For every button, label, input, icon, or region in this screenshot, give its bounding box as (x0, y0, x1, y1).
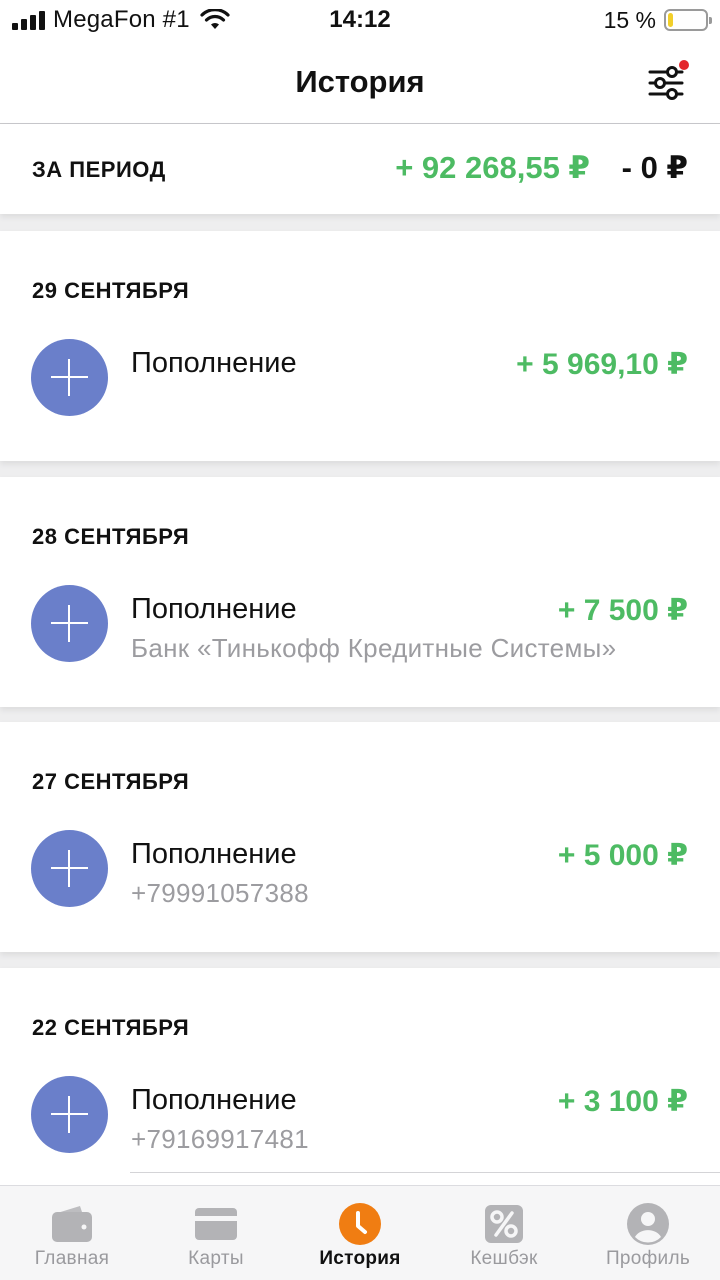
day-group: 29 СЕНТЯБРЯ Пополнение + 5 969,10 ₽ (0, 231, 720, 461)
period-income: + 92 268,55 ₽ (395, 150, 590, 185)
transaction-subtitle: +79991057388 (131, 878, 309, 908)
transaction-amount: + 5 969,10 ₽ (516, 348, 688, 381)
day-group: 28 СЕНТЯБРЯ Пополнение Банк «Тинькофф Кр… (0, 477, 720, 707)
day-date: 29 СЕНТЯБРЯ (32, 278, 190, 303)
tab-profile[interactable]: Профиль (576, 1186, 720, 1280)
battery-level (668, 13, 674, 27)
card-icon (195, 1208, 237, 1240)
tab-label: Профиль (605, 1248, 691, 1269)
transaction-title: Пополнение (131, 1084, 297, 1116)
transaction-amount: + 5 000 ₽ (557, 839, 688, 872)
transaction-subtitle: +79169917481 (131, 1124, 309, 1154)
period-label: ЗА ПЕРИОД (32, 157, 166, 182)
page-title: История (295, 64, 425, 99)
profile-icon (627, 1203, 669, 1245)
tab-label: Карты (188, 1248, 244, 1269)
tab-history[interactable]: История (288, 1186, 432, 1280)
wallet-icon (52, 1206, 92, 1242)
period-expense: - 0 ₽ (621, 150, 688, 185)
day-date: 27 СЕНТЯБРЯ (32, 769, 190, 794)
tab-bar: Главная Карты История Кешбэк Профиль (0, 1185, 720, 1280)
day-group: 22 СЕНТЯБРЯ Пополнение +79169917481 + 3 … (0, 968, 720, 1185)
clock-icon (339, 1203, 381, 1245)
tab-home[interactable]: Главная (0, 1186, 144, 1280)
battery-percent: 15 % (603, 6, 656, 33)
row-divider (130, 1172, 720, 1173)
transaction-amount: + 3 100 ₽ (557, 1085, 688, 1118)
transaction-row[interactable]: Пополнение Банк «Тинькофф Кредитные Сист… (0, 575, 720, 665)
nav-header: История (0, 42, 720, 124)
notification-badge (679, 60, 689, 70)
battery-icon (664, 9, 712, 31)
tab-label: История (319, 1248, 401, 1269)
period-summary: ЗА ПЕРИОД + 92 268,55 ₽ - 0 ₽ (0, 124, 720, 214)
status-bar: MegaFon #1 14:12 15 % (0, 0, 720, 42)
transaction-subtitle: Банк «Тинькофф Кредитные Системы» (131, 633, 617, 663)
day-date: 28 СЕНТЯБРЯ (32, 524, 190, 549)
plus-icon (31, 1076, 108, 1153)
transaction-amount: + 7 500 ₽ (557, 594, 688, 627)
transaction-row[interactable]: Пополнение +79169917481 + 3 100 ₽ (0, 1066, 720, 1156)
plus-icon (31, 830, 108, 907)
tab-label: Главная (34, 1248, 110, 1269)
transaction-title: Пополнение (131, 347, 297, 379)
plus-icon (31, 339, 108, 416)
day-date: 22 СЕНТЯБРЯ (32, 1015, 190, 1040)
transaction-title: Пополнение (131, 593, 297, 625)
percent-icon (485, 1205, 523, 1243)
transaction-row[interactable]: Пополнение + 5 969,10 ₽ (0, 329, 720, 419)
status-right: 15 % (603, 6, 712, 34)
tab-cashback[interactable]: Кешбэк (432, 1186, 576, 1280)
day-group: 27 СЕНТЯБРЯ Пополнение +79991057388 + 5 … (0, 722, 720, 952)
filter-settings-icon[interactable] (646, 60, 690, 104)
transaction-row[interactable]: Пополнение +79991057388 + 5 000 ₽ (0, 820, 720, 910)
transaction-title: Пополнение (131, 838, 297, 870)
tab-label: Кешбэк (470, 1248, 538, 1269)
plus-icon (31, 585, 108, 662)
tab-cards[interactable]: Карты (144, 1186, 288, 1280)
